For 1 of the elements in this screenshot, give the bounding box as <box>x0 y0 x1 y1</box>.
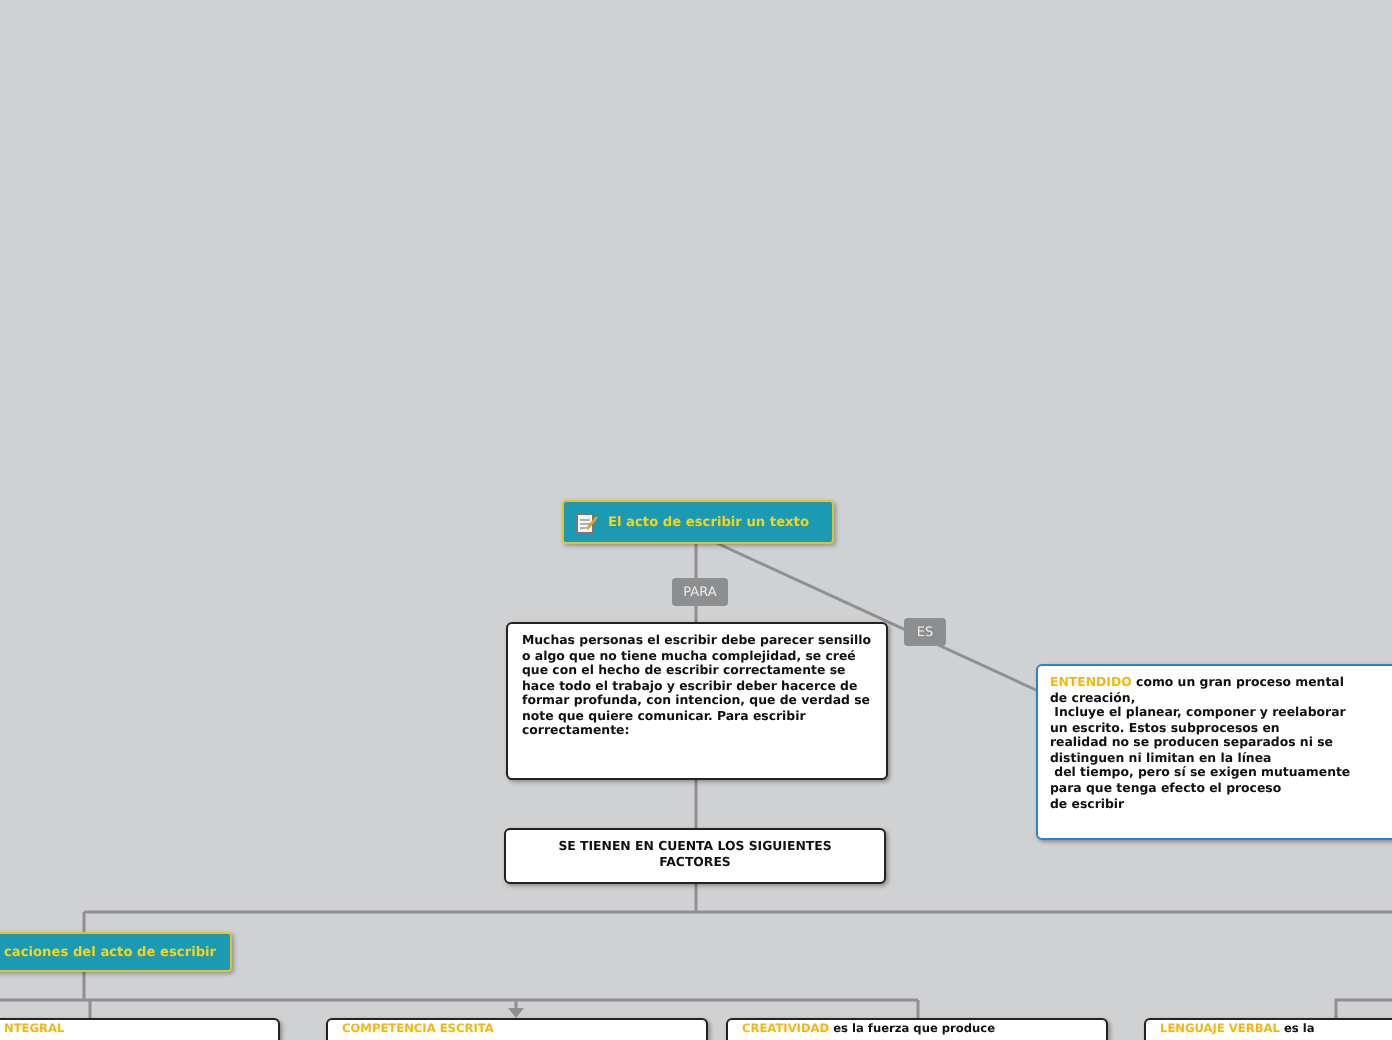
note-pencil-icon <box>576 511 598 533</box>
